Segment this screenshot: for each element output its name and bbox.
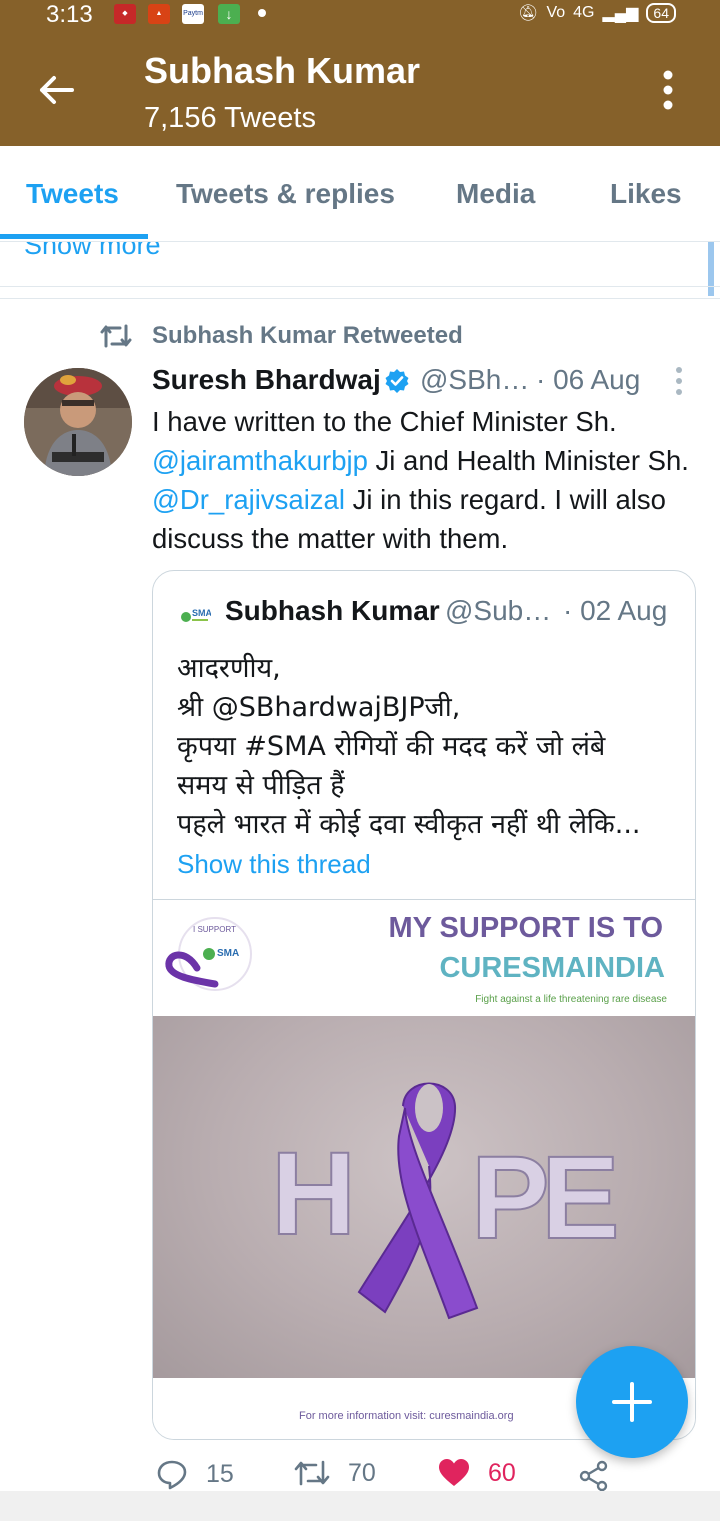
notification-icon: ◆: [114, 4, 136, 24]
status-time: 3:13: [46, 1, 93, 28]
avatar-photo: [24, 368, 132, 476]
retweet-icon: [294, 1460, 330, 1486]
quote-author-avatar: SMA: [177, 597, 211, 631]
divider: [0, 286, 720, 287]
notification-icon: ▲: [148, 4, 170, 24]
download-icon: ↓: [218, 4, 240, 24]
quote-author-handle: @Sub…: [445, 595, 552, 626]
banner-tagline: Fight against a life threatening rare di…: [475, 994, 667, 1005]
quote-text-line: पहले भारत में कोई दवा स्वीकृत नहीं थी ले…: [177, 809, 641, 840]
photo-letter: P: [471, 1132, 550, 1264]
banner-brand: CURESMAINDIA: [439, 952, 665, 984]
scrollbar[interactable]: [708, 242, 714, 296]
heart-icon: [439, 1459, 469, 1486]
photo-letter: H: [271, 1128, 356, 1260]
tweet-text-segment: I have written to the Chief Minister Sh.: [152, 406, 617, 437]
tab-media[interactable]: Media: [456, 178, 535, 210]
tab-tweets[interactable]: Tweets: [26, 178, 119, 210]
active-tab-indicator: [0, 234, 148, 239]
banner-title: MY SUPPORT IS TO: [388, 912, 663, 944]
share-icon[interactable]: [578, 1460, 610, 1492]
mention-link[interactable]: @jairamthakurbjp: [152, 445, 368, 476]
show-thread-link[interactable]: Show this thread: [177, 849, 371, 880]
more-notifications-icon: [258, 9, 266, 17]
volte-icon: Vo: [546, 4, 566, 21]
tab-likes[interactable]: Likes: [610, 178, 682, 210]
badge-top-text: I SUPPORT: [193, 925, 236, 934]
quote-date: · 02 Aug: [563, 595, 668, 626]
like-button[interactable]: 60: [438, 1458, 516, 1488]
reply-count: 15: [206, 1459, 234, 1488]
mention-link[interactable]: @Dr_rajivsaizal: [152, 484, 345, 515]
retweet-label: Subhash Kumar Retweeted: [152, 322, 463, 349]
app-header: 3:13 ◆ ▲ Paytm ↓ 🔕︎ Vo 4G ▂▄▆ 64 Subhash…: [0, 0, 720, 146]
author-handle[interactable]: @SBh…: [420, 364, 529, 396]
media-banner: I SUPPORT SMA MY SUPPORT IS TO CURESMAIN…: [153, 900, 695, 1016]
signal-bars-icon: ▂▄▆: [602, 5, 639, 22]
mute-icon: 🔕︎: [518, 5, 539, 22]
tweet-date[interactable]: · 06 Aug: [536, 364, 640, 396]
retweet-icon: [100, 324, 132, 348]
quoted-tweet-card[interactable]: SMA Subhash Kumar @Sub… · 02 Aug आदरणीय,…: [152, 570, 696, 1440]
quote-text-line: आदरणीय,: [177, 653, 281, 684]
support-badge-logo: I SUPPORT SMA: [165, 917, 252, 991]
more-vert-icon[interactable]: [656, 70, 680, 110]
tweet-text-segment: Ji and Health Minister Sh.: [367, 445, 689, 476]
quote-author-name: Subhash Kumar: [225, 595, 440, 626]
tweet-text: I have written to the Chief Minister Sh.…: [152, 402, 708, 558]
retweet-context[interactable]: Subhash Kumar Retweeted: [100, 322, 463, 350]
tweet-more-icon[interactable]: [674, 366, 684, 396]
quote-text-line: कृपया #SMA रोगियों की मदद करें जो लंबे: [177, 731, 606, 762]
hope-ribbon-photo: H P E: [153, 1016, 695, 1378]
retweet-button[interactable]: 70: [294, 1458, 376, 1488]
compose-tweet-button[interactable]: [576, 1346, 688, 1458]
hope-ribbon-illustration: H P E: [270, 1082, 621, 1320]
profile-tabs: Tweets Tweets & replies Media Likes: [0, 146, 720, 242]
status-bar: 3:13 ◆ ▲ Paytm ↓ 🔕︎ Vo 4G ▂▄▆ 64: [0, 0, 720, 30]
avatar[interactable]: [24, 368, 132, 476]
tweet-header: Suresh Bhardwaj @SBh… · 06 Aug: [152, 364, 700, 404]
compose-plus-icon: [612, 1382, 652, 1422]
signal-icon: 4G: [573, 4, 595, 21]
badge-logo-text: SMA: [217, 948, 239, 959]
back-arrow-icon[interactable]: [36, 70, 76, 110]
media-footer-text: For more information visit: curesmaindia…: [299, 1410, 514, 1422]
profile-name: Subhash Kumar: [144, 50, 421, 91]
like-count: 60: [488, 1458, 516, 1487]
paytm-icon: Paytm: [182, 4, 204, 24]
retweet-count: 70: [348, 1458, 376, 1487]
quote-text: आदरणीय, श्री @SBhardwajBJPजी, कृपया #SMA…: [177, 649, 677, 844]
reply-button[interactable]: 15: [156, 1458, 234, 1490]
reply-icon: [157, 1460, 187, 1490]
tab-tweets-replies[interactable]: Tweets & replies: [176, 178, 395, 210]
tweet-count: 7,156 Tweets: [144, 102, 316, 134]
battery-icon: 64: [646, 3, 676, 23]
verified-icon: [385, 369, 409, 393]
divider: [0, 298, 720, 299]
author-name[interactable]: Suresh Bhardwaj: [152, 364, 381, 396]
quote-text-line: समय से पीड़ित हैं: [177, 770, 345, 801]
quote-text-line: श्री @SBhardwajBJPजी,: [177, 692, 461, 723]
svg-text:SMA: SMA: [192, 608, 211, 618]
photo-letter: E: [541, 1132, 620, 1264]
system-nav-bar: [0, 1491, 720, 1521]
